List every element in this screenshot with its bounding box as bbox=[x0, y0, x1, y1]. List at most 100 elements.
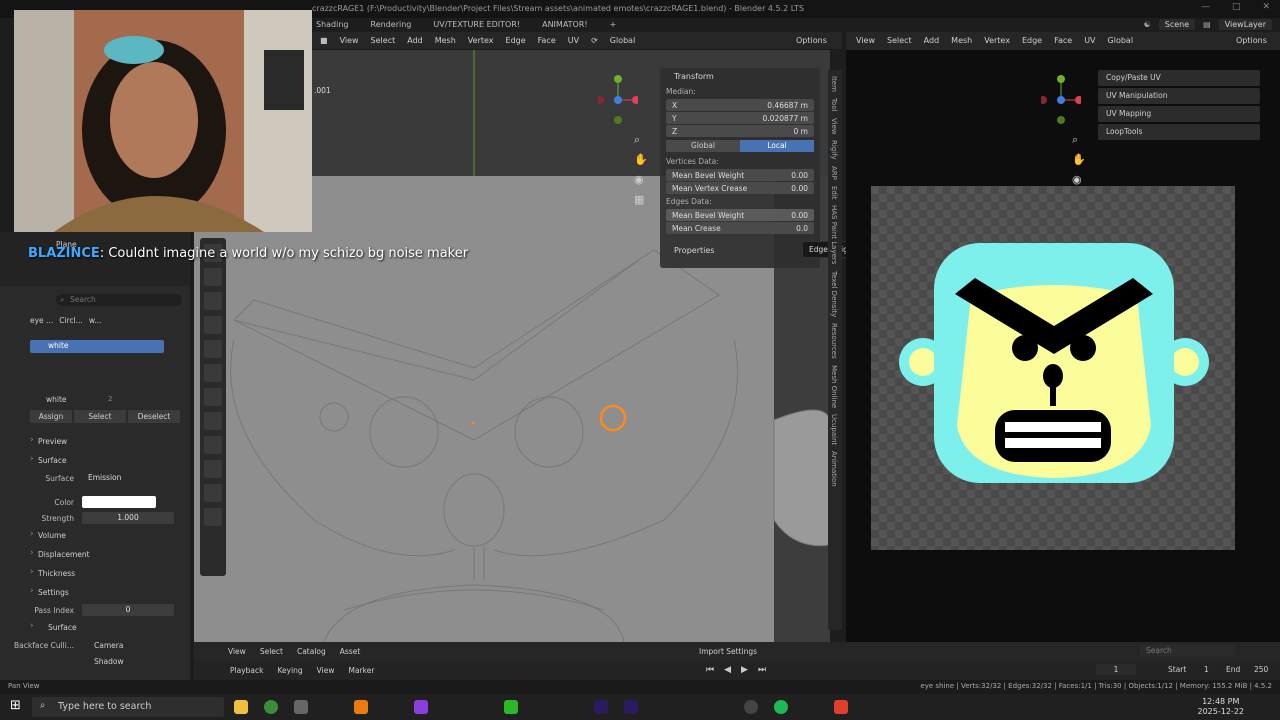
asset-search-input[interactable]: Search bbox=[1140, 645, 1234, 656]
select-button[interactable]: Select bbox=[74, 410, 126, 423]
app-icon-10[interactable] bbox=[504, 700, 518, 714]
app-icon-7[interactable] bbox=[414, 700, 428, 714]
uv-menu-vertex[interactable]: Vertex bbox=[984, 36, 1010, 45]
properties-search[interactable]: ⌕ Search bbox=[56, 294, 182, 306]
jump-start-icon[interactable]: ⏮ bbox=[706, 665, 714, 675]
tab-shading[interactable]: Shading bbox=[312, 20, 353, 29]
maximize-icon[interactable]: □ bbox=[1232, 2, 1241, 12]
looptools-panel[interactable]: LoopTools bbox=[1098, 124, 1260, 140]
current-frame-field[interactable]: 1 bbox=[1096, 664, 1136, 675]
menu-view[interactable]: View bbox=[340, 36, 359, 45]
menu-select[interactable]: Select bbox=[371, 36, 396, 45]
uv-menu-view[interactable]: View bbox=[856, 36, 875, 45]
uv-menu-edge[interactable]: Edge bbox=[1022, 36, 1042, 45]
material-slot-white[interactable]: white bbox=[30, 340, 164, 353]
windows-start-icon[interactable]: ⊞ bbox=[10, 698, 21, 713]
y-field[interactable]: Y 0.020877 m bbox=[666, 112, 814, 124]
asset-menu-view[interactable]: View bbox=[228, 647, 246, 656]
local-toggle[interactable]: Local bbox=[740, 140, 814, 152]
timeline-menu-view[interactable]: View bbox=[317, 666, 335, 675]
uv-menu-select[interactable]: Select bbox=[887, 36, 912, 45]
surface-section[interactable]: Surface bbox=[0, 451, 190, 470]
tab-view[interactable]: View bbox=[830, 118, 838, 135]
settings-section[interactable]: Settings bbox=[0, 583, 190, 602]
global-toggle[interactable]: Global bbox=[666, 140, 740, 152]
uv-orientation-dropdown[interactable]: Global bbox=[1108, 36, 1134, 45]
camera-checkbox[interactable]: Camera bbox=[82, 641, 123, 650]
uv-options[interactable]: Options bbox=[1236, 36, 1267, 45]
rotate-tool-icon[interactable] bbox=[204, 316, 222, 334]
scale-tool-icon[interactable] bbox=[204, 340, 222, 358]
grid-icon[interactable]: ▦ bbox=[634, 190, 648, 210]
menu-face[interactable]: Face bbox=[538, 36, 556, 45]
extrude-tool-icon[interactable] bbox=[204, 388, 222, 406]
edge-bevel-weight-field[interactable]: Mean Bevel Weight 0.00 bbox=[666, 209, 814, 221]
uv-pan-hand-icon[interactable]: ✋ bbox=[1072, 150, 1086, 170]
tab-texel-density[interactable]: Texel Density bbox=[830, 271, 838, 317]
viewport-mode-icon[interactable]: ■ bbox=[320, 36, 328, 45]
asset-menu-catalog[interactable]: Catalog bbox=[297, 647, 326, 656]
import-settings-dropdown[interactable]: Import Settings bbox=[699, 647, 757, 656]
app-icon-3[interactable] bbox=[294, 700, 308, 714]
move-tool-icon[interactable] bbox=[204, 292, 222, 310]
minimize-icon[interactable]: — bbox=[1201, 2, 1210, 12]
bevel-tool-icon[interactable] bbox=[204, 436, 222, 454]
zoom-icon[interactable]: ⌕ bbox=[634, 130, 648, 150]
brave-icon[interactable] bbox=[834, 700, 848, 714]
uv-menu-mesh[interactable]: Mesh bbox=[951, 36, 972, 45]
transform-tool-icon[interactable] bbox=[204, 364, 222, 382]
deselect-button[interactable]: Deselect bbox=[128, 410, 180, 423]
scene-selector[interactable]: Scene bbox=[1158, 19, 1196, 30]
assign-button[interactable]: Assign bbox=[30, 410, 72, 423]
blender-icon[interactable] bbox=[354, 700, 368, 714]
surface-shader[interactable]: Emission bbox=[82, 472, 174, 484]
knife-tool-icon[interactable] bbox=[204, 484, 222, 502]
volume-section[interactable]: Volume bbox=[0, 526, 190, 545]
asset-menu-asset[interactable]: Asset bbox=[340, 647, 361, 656]
premiere-icon[interactable] bbox=[624, 700, 638, 714]
color-swatch[interactable] bbox=[82, 496, 156, 508]
vertex-crease-field[interactable]: Mean Vertex Crease 0.00 bbox=[666, 182, 814, 194]
tab-tool[interactable]: Tool bbox=[830, 98, 838, 112]
spotify-icon[interactable] bbox=[774, 700, 788, 714]
taskbar-search-input[interactable]: ⌕ Type here to search bbox=[32, 697, 224, 717]
system-clock[interactable]: 12:48 PM 2025-12-22 bbox=[1198, 697, 1245, 717]
timeline-menu-marker[interactable]: Marker bbox=[348, 666, 374, 675]
file-explorer-icon[interactable] bbox=[234, 700, 248, 714]
preview-section[interactable]: Preview bbox=[0, 432, 190, 451]
transform-header[interactable]: Transform bbox=[660, 68, 820, 85]
uv-zoom-icon[interactable]: ⌕ bbox=[1072, 130, 1086, 150]
add-workspace-button[interactable]: + bbox=[606, 20, 621, 29]
chrome-icon[interactable] bbox=[264, 700, 278, 714]
menu-add[interactable]: Add bbox=[407, 36, 423, 45]
menu-edge[interactable]: Edge bbox=[506, 36, 526, 45]
uv-navigation-gizmo[interactable] bbox=[1039, 72, 1083, 128]
pan-hand-icon[interactable]: ✋ bbox=[634, 150, 648, 170]
view-layer-selector[interactable]: ViewLayer bbox=[1218, 19, 1272, 30]
edge-crease-field[interactable]: Mean Crease 0.0 bbox=[666, 222, 814, 234]
obs-icon[interactable] bbox=[744, 700, 758, 714]
tab-animation[interactable]: Animation bbox=[830, 451, 838, 487]
tab-rendering[interactable]: Rendering bbox=[367, 20, 416, 29]
tab-animator[interactable]: ANIMATOR! bbox=[538, 20, 592, 29]
shrink-tool-icon[interactable] bbox=[204, 508, 222, 526]
navigation-gizmo[interactable] bbox=[598, 72, 638, 128]
displacement-section[interactable]: Displacement bbox=[0, 545, 190, 564]
close-icon[interactable]: ✕ bbox=[1262, 2, 1270, 12]
crumb-material[interactable]: w... bbox=[89, 316, 102, 325]
timeline-menu-keying[interactable]: Keying bbox=[277, 666, 302, 675]
menu-uv[interactable]: UV bbox=[568, 36, 579, 45]
camera-icon[interactable]: ◉ bbox=[634, 170, 648, 190]
loop-cut-tool-icon[interactable] bbox=[204, 460, 222, 478]
cursor-tool-icon[interactable] bbox=[204, 268, 222, 286]
strength-field[interactable]: 1.000 bbox=[82, 512, 174, 524]
tab-paint-layers[interactable]: HAS Paint Layers bbox=[830, 205, 838, 264]
surface-subsection[interactable]: Surface bbox=[0, 618, 190, 637]
after-effects-icon[interactable] bbox=[594, 700, 608, 714]
uv-texture-image[interactable] bbox=[871, 186, 1235, 550]
crumb-object[interactable]: eye ... bbox=[30, 316, 53, 325]
menu-vertex[interactable]: Vertex bbox=[468, 36, 494, 45]
thickness-section[interactable]: Thickness bbox=[0, 564, 190, 583]
tab-ucupaint[interactable]: Ucupaint bbox=[830, 414, 838, 445]
tab-resources[interactable]: Resources bbox=[830, 323, 838, 359]
